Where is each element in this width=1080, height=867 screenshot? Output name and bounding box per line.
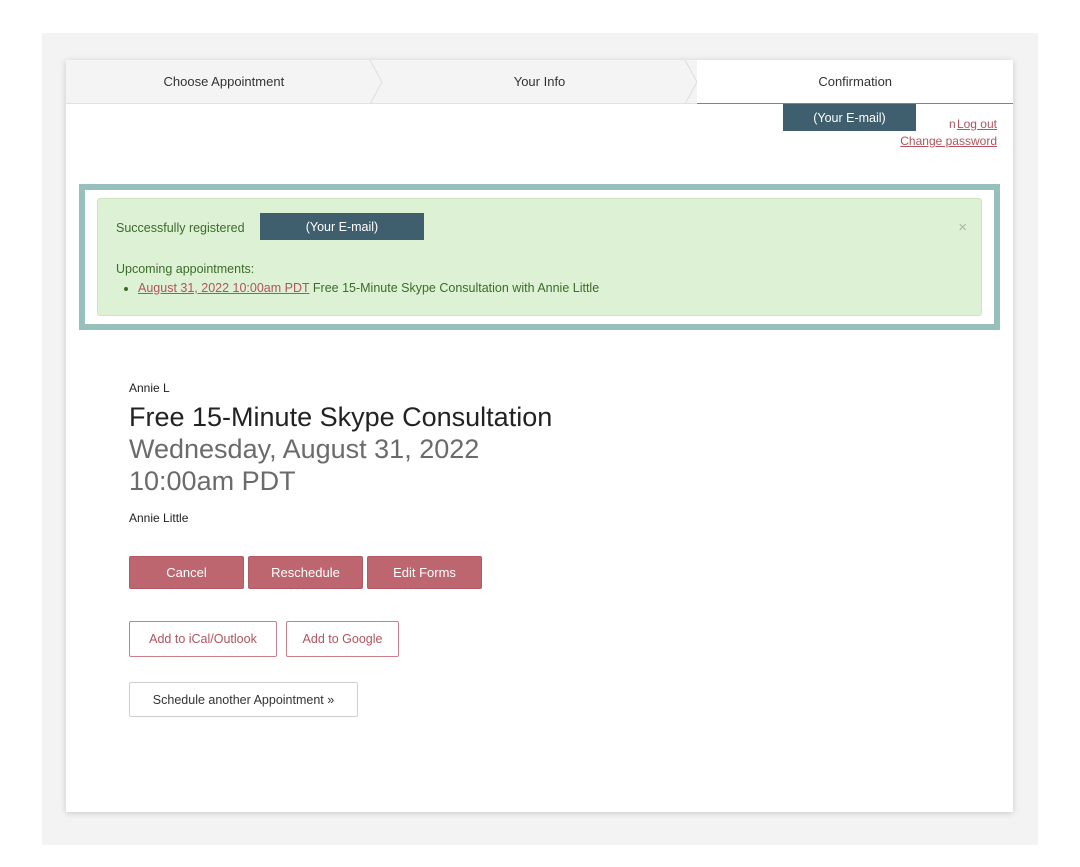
step-separator [684, 60, 698, 104]
appointment-details: Annie L Free 15-Minute Skype Consultatio… [129, 381, 552, 525]
upcoming-list: August 31, 2022 10:00am PDT Free 15-Minu… [138, 281, 599, 295]
action-buttons: Cancel Reschedule Edit Forms [129, 556, 482, 589]
step-your-info[interactable]: Your Info [381, 60, 698, 104]
logout-link[interactable]: Log out [957, 117, 997, 131]
step-confirmation[interactable]: Confirmation [697, 60, 1014, 104]
schedule-another-button[interactable]: Schedule another Appointment » [129, 682, 358, 717]
success-alert: Successfully registered (Your E-mail) × … [97, 198, 982, 316]
upcoming-label: Upcoming appointments: [116, 262, 255, 276]
add-ical-button[interactable]: Add to iCal/Outlook [129, 621, 277, 657]
add-google-button[interactable]: Add to Google [286, 621, 399, 657]
appointment-time: 10:00am PDT [129, 466, 296, 496]
step-label: Confirmation [818, 74, 893, 89]
step-tabs: Choose Appointment Your Info Confirmatio… [66, 60, 1014, 104]
appointment-date: Wednesday, August 31, 2022 [129, 434, 480, 464]
cancel-button[interactable]: Cancel [129, 556, 244, 589]
calendar-buttons: Add to iCal/Outlook Add to Google [129, 621, 399, 657]
email-mask-text: (Your E-mail) [813, 110, 886, 125]
change-password-link[interactable]: Change password [900, 134, 997, 148]
account-email-redacted: (Your E-mail) [783, 104, 916, 131]
account-links: Log out Change password [900, 116, 997, 150]
provider-short-name: Annie L [129, 381, 170, 395]
step-label: Your Info [513, 74, 566, 89]
alert-highlight-frame: Successfully registered (Your E-mail) × … [79, 184, 1000, 330]
step-choose-appointment[interactable]: Choose Appointment [66, 60, 383, 104]
appointment-desc: Free 15-Minute Skype Consultation with A… [309, 281, 600, 295]
registered-email-redacted: (Your E-mail) [260, 213, 424, 240]
list-item: August 31, 2022 10:00am PDT Free 15-Minu… [138, 281, 599, 295]
appointment-link[interactable]: August 31, 2022 10:00am PDT [138, 281, 309, 295]
step-label: Choose Appointment [163, 74, 285, 89]
close-icon[interactable]: × [958, 219, 967, 236]
reschedule-button[interactable]: Reschedule [248, 556, 363, 589]
email-mask-text: (Your E-mail) [305, 219, 379, 234]
appointment-title: Free 15-Minute Skype Consultation [129, 402, 553, 432]
registered-text: Successfully registered [116, 221, 245, 235]
provider-full-name: Annie Little [129, 511, 189, 525]
step-separator [369, 60, 383, 104]
edit-forms-button[interactable]: Edit Forms [367, 556, 482, 589]
